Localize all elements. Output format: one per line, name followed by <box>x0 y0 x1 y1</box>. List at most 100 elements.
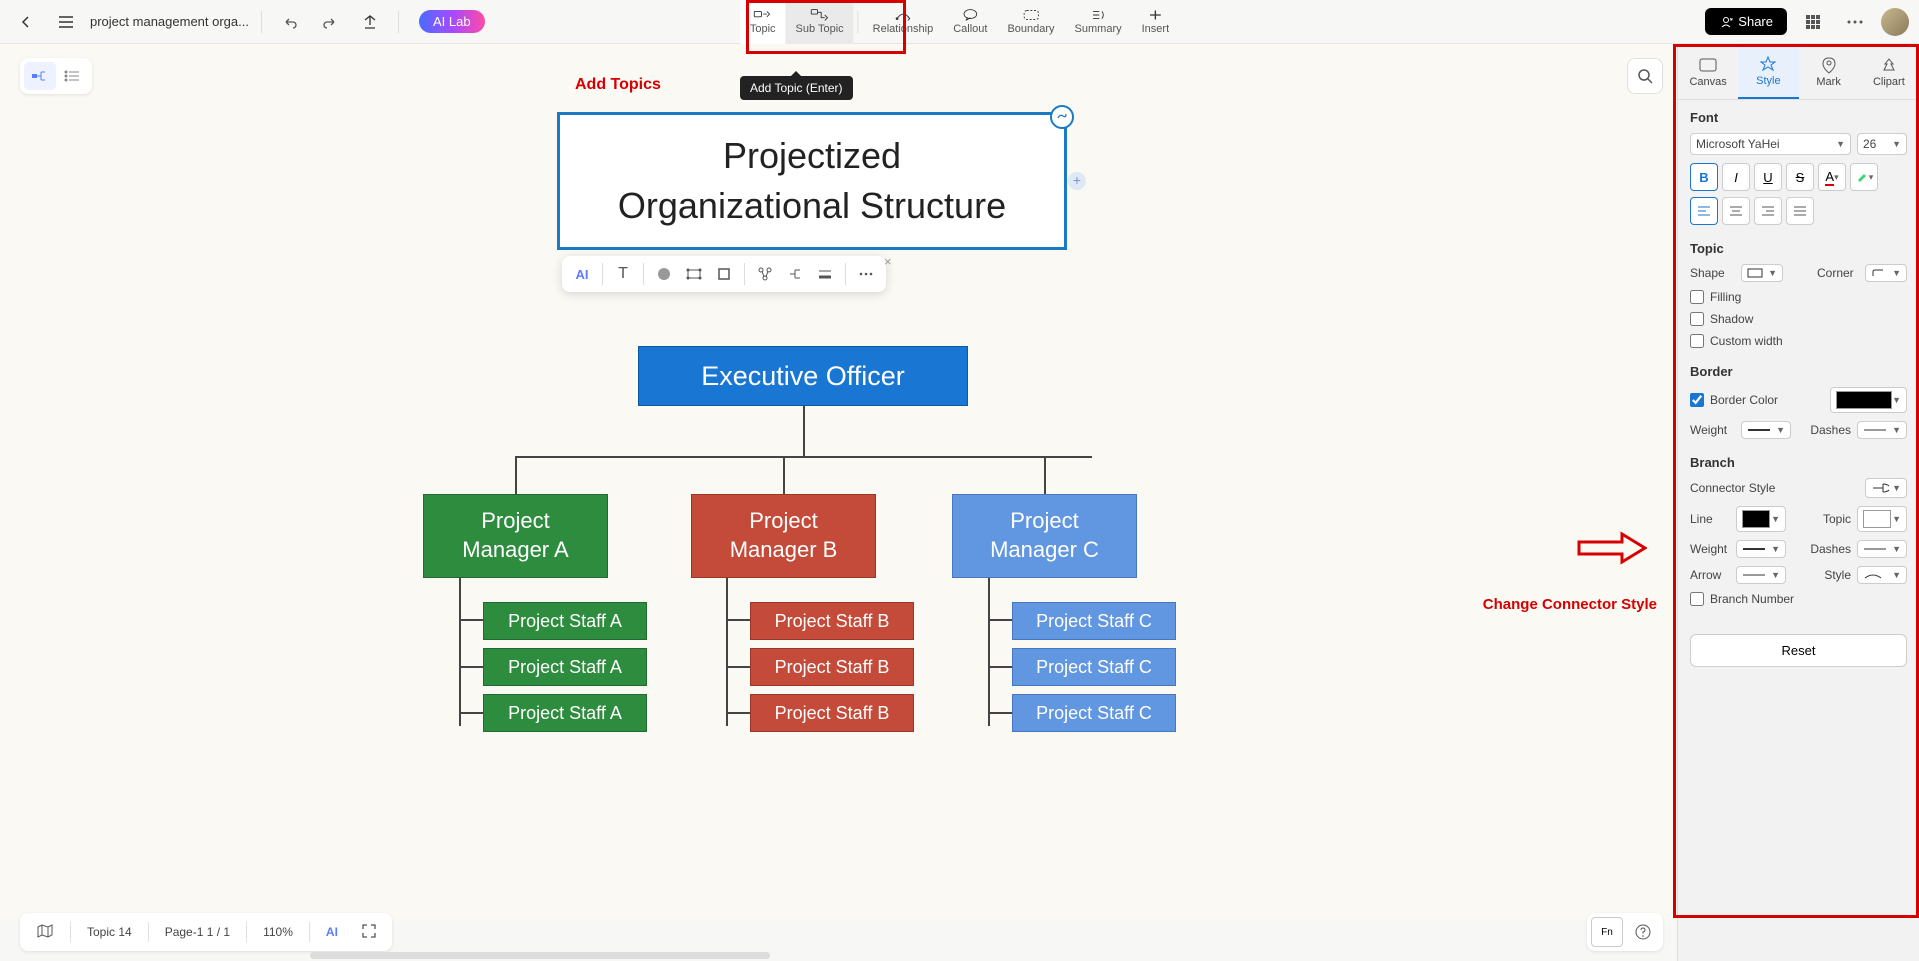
main-topic-line1: Projectized <box>723 131 901 181</box>
branch-style-select[interactable]: ▼ <box>1857 566 1907 584</box>
top-toolbar: project management orga... AI Lab Topic … <box>0 0 1919 44</box>
italic-button[interactable]: I <box>1722 163 1750 191</box>
corner-select[interactable]: ▼ <box>1865 264 1907 282</box>
branch-weight-select[interactable]: ▼ <box>1736 540 1786 558</box>
boundary-tool[interactable]: Boundary <box>997 0 1064 44</box>
menu-button[interactable] <box>50 6 82 38</box>
pm-a-node[interactable]: ProjectManager A <box>423 494 608 578</box>
node-tag-icon[interactable] <box>1050 105 1074 129</box>
text-tool[interactable]: T <box>609 260 637 288</box>
fn-button[interactable]: Fn <box>1591 917 1623 947</box>
branch-dashes-select[interactable]: ▼ <box>1857 540 1907 558</box>
staff-b1-node[interactable]: Project Staff B <box>750 602 914 640</box>
staff-c2-node[interactable]: Project Staff C <box>1012 648 1176 686</box>
help-button[interactable] <box>1627 917 1659 947</box>
more-tools[interactable] <box>852 260 880 288</box>
style-panel: Canvas Style Mark Clipart Font Microsoft… <box>1677 44 1919 961</box>
topic-tool[interactable]: Topic <box>740 0 786 44</box>
canvas-area[interactable]: Add Topics Add Topic (Enter) Projectized… <box>0 44 1677 921</box>
border-section: Border Border Color▼ Weight ▼ Dashes ▼ <box>1690 364 1907 439</box>
filling-checkbox[interactable]: Filling <box>1690 290 1907 304</box>
user-avatar[interactable] <box>1881 8 1909 36</box>
export-button[interactable] <box>354 6 386 38</box>
redo-button[interactable] <box>314 6 346 38</box>
mark-tab[interactable]: Mark <box>1799 44 1859 99</box>
align-right-button[interactable] <box>1754 197 1782 225</box>
align-justify-button[interactable] <box>1786 197 1814 225</box>
add-subtopic-button[interactable]: + <box>1068 172 1086 190</box>
link-tool[interactable] <box>751 260 779 288</box>
undo-button[interactable] <box>274 6 306 38</box>
subtopic-tool[interactable]: Sub Topic <box>786 0 854 44</box>
staff-c1-node[interactable]: Project Staff C <box>1012 602 1176 640</box>
border-color-select[interactable]: ▼ <box>1830 387 1907 413</box>
staff-a1-node[interactable]: Project Staff A <box>483 602 647 640</box>
node-floating-toolbar: AI T × <box>562 256 886 292</box>
custom-width-checkbox[interactable]: Custom width <box>1690 334 1907 348</box>
zoom-level[interactable]: 110% <box>255 921 301 943</box>
branch-line-color[interactable]: ▼ <box>1736 506 1786 532</box>
staff-b3-node[interactable]: Project Staff B <box>750 694 914 732</box>
border-tool[interactable] <box>710 260 738 288</box>
pm-c-node[interactable]: ProjectManager C <box>952 494 1137 578</box>
font-section: Font Microsoft YaHei▼ 26▼ B I U S A▾ ▾ <box>1690 110 1907 225</box>
connector-style-select[interactable]: ▼ <box>1865 478 1907 498</box>
strike-button[interactable]: S <box>1786 163 1814 191</box>
border-color-checkbox[interactable]: Border Color▼ <box>1690 387 1907 413</box>
map-icon[interactable] <box>28 920 62 945</box>
topic-count[interactable]: Topic 14 <box>79 921 140 943</box>
staff-c3-node[interactable]: Project Staff C <box>1012 694 1176 732</box>
share-button[interactable]: Share <box>1705 8 1787 35</box>
summary-tool[interactable]: Summary <box>1065 0 1132 44</box>
shape-tool[interactable] <box>680 260 708 288</box>
fill-tool[interactable] <box>650 260 678 288</box>
callout-tool[interactable]: Callout <box>943 0 997 44</box>
search-button[interactable] <box>1627 58 1663 94</box>
pm-b-node[interactable]: ProjectManager B <box>691 494 876 578</box>
reset-button[interactable]: Reset <box>1690 634 1907 667</box>
border-dashes-select[interactable]: ▼ <box>1857 421 1907 439</box>
outline-view-button[interactable] <box>56 62 88 90</box>
back-button[interactable] <box>10 6 42 38</box>
page-indicator[interactable]: Page-1 1 / 1 <box>157 921 238 943</box>
align-left-button[interactable] <box>1690 197 1718 225</box>
bold-button[interactable]: B <box>1690 163 1718 191</box>
line-weight-tool[interactable] <box>811 260 839 288</box>
branch-number-checkbox[interactable]: Branch Number <box>1690 592 1907 606</box>
bottom-status-bar: Topic 14 Page-1 1 / 1 110% AI <box>20 913 392 951</box>
ai-lab-button[interactable]: AI Lab <box>419 10 485 33</box>
style-tab[interactable]: Style <box>1738 44 1798 99</box>
mindmap-view-button[interactable] <box>24 62 56 90</box>
insert-tool[interactable]: Insert <box>1132 0 1180 44</box>
file-name[interactable]: project management orga... <box>90 14 249 29</box>
highlight-button[interactable]: ▾ <box>1850 163 1878 191</box>
close-toolbar-button[interactable]: × <box>884 254 900 270</box>
main-topic-node[interactable]: Projectized Organizational Structure + <box>557 112 1067 250</box>
staff-b2-node[interactable]: Project Staff B <box>750 648 914 686</box>
canvas-tab[interactable]: Canvas <box>1678 44 1738 99</box>
apps-icon[interactable] <box>1797 6 1829 38</box>
font-color-button[interactable]: A▾ <box>1818 163 1846 191</box>
fullscreen-button[interactable] <box>354 920 384 945</box>
bottom-right-tools: Fn <box>1587 913 1663 951</box>
branch-arrow-select[interactable]: ▼ <box>1736 566 1786 584</box>
exec-officer-node[interactable]: Executive Officer <box>638 346 968 406</box>
shape-select[interactable]: ▼ <box>1741 264 1783 282</box>
more-icon[interactable] <box>1839 6 1871 38</box>
ai-bottom-button[interactable]: AI <box>318 921 346 943</box>
main-topic-line2: Organizational Structure <box>618 181 1006 231</box>
ai-button[interactable]: AI <box>568 260 596 288</box>
clipart-tab[interactable]: Clipart <box>1859 44 1919 99</box>
font-family-select[interactable]: Microsoft YaHei▼ <box>1690 133 1851 155</box>
relationship-tool[interactable]: Relationship <box>863 0 944 44</box>
align-center-button[interactable] <box>1722 197 1750 225</box>
scrollbar-horizontal[interactable] <box>310 952 770 959</box>
font-size-select[interactable]: 26▼ <box>1857 133 1907 155</box>
branch-topic-color[interactable]: ▼ <box>1857 506 1907 532</box>
shadow-checkbox[interactable]: Shadow <box>1690 312 1907 326</box>
border-weight-select[interactable]: ▼ <box>1741 421 1791 439</box>
underline-button[interactable]: U <box>1754 163 1782 191</box>
branch-tool[interactable] <box>781 260 809 288</box>
staff-a3-node[interactable]: Project Staff A <box>483 694 647 732</box>
staff-a2-node[interactable]: Project Staff A <box>483 648 647 686</box>
